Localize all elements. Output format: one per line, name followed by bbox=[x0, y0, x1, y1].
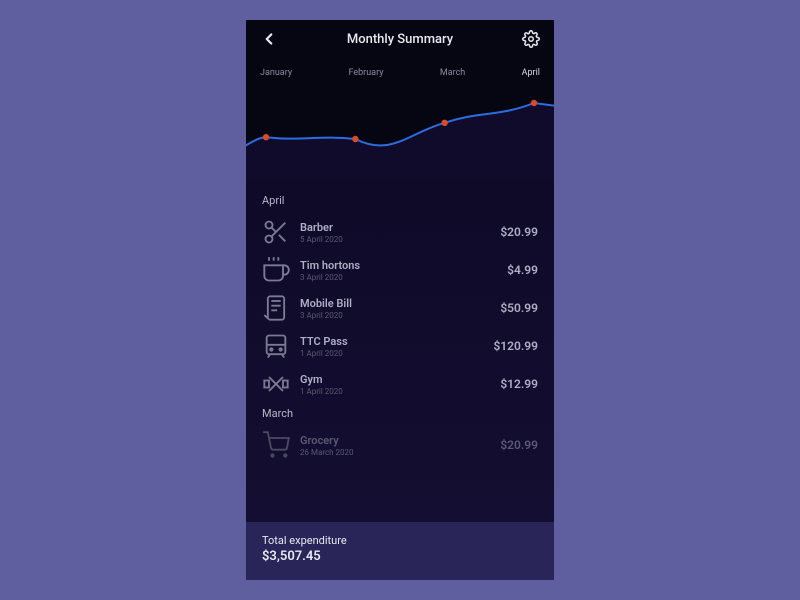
total-amount: $3,507.45 bbox=[262, 549, 538, 564]
transaction-amount: $12.99 bbox=[500, 377, 538, 391]
app-screen: Monthly Summary January February March A… bbox=[246, 20, 554, 580]
transaction-row[interactable]: TTC Pass1 April 2020$120.99 bbox=[262, 327, 538, 365]
transaction-name: Barber bbox=[300, 221, 500, 234]
transaction-row[interactable]: Barber5 April 2020$20.99 bbox=[262, 213, 538, 251]
transaction-row[interactable]: Grocery26 March 2020$20.99 bbox=[262, 426, 538, 464]
page-title: Monthly Summary bbox=[347, 32, 453, 47]
month-label[interactable]: March bbox=[440, 68, 465, 78]
transaction-meta: Gym1 April 2020 bbox=[300, 373, 500, 396]
transaction-row[interactable]: Mobile Bill3 April 2020$50.99 bbox=[262, 289, 538, 327]
total-footer: Total expenditure $3,507.45 bbox=[246, 522, 554, 580]
month-label-active[interactable]: April bbox=[522, 68, 540, 78]
transaction-name: TTC Pass bbox=[300, 335, 493, 348]
transaction-name: Tim hortons bbox=[300, 259, 507, 272]
transaction-date: 3 April 2020 bbox=[300, 273, 507, 282]
transaction-meta: Barber5 April 2020 bbox=[300, 221, 500, 244]
transaction-meta: Grocery26 March 2020 bbox=[300, 434, 500, 457]
transaction-meta: Mobile Bill3 April 2020 bbox=[300, 297, 500, 320]
transaction-date: 5 April 2020 bbox=[300, 235, 500, 244]
section-label: March bbox=[262, 407, 538, 420]
total-label: Total expenditure bbox=[262, 534, 538, 547]
transaction-date: 1 April 2020 bbox=[300, 349, 493, 358]
month-label[interactable]: February bbox=[348, 68, 383, 78]
spending-chart bbox=[246, 80, 554, 180]
transaction-date: 26 March 2020 bbox=[300, 448, 500, 457]
transaction-meta: Tim hortons3 April 2020 bbox=[300, 259, 507, 282]
transaction-meta: TTC Pass1 April 2020 bbox=[300, 335, 493, 358]
transaction-name: Grocery bbox=[300, 434, 500, 447]
transaction-amount: $50.99 bbox=[500, 301, 538, 315]
transaction-name: Gym bbox=[300, 373, 500, 386]
header: Monthly Summary bbox=[246, 20, 554, 54]
back-button[interactable] bbox=[260, 30, 278, 48]
month-axis: January February March April bbox=[246, 54, 554, 80]
transaction-date: 1 April 2020 bbox=[300, 387, 500, 396]
transaction-amount: $20.99 bbox=[500, 438, 538, 452]
transaction-date: 3 April 2020 bbox=[300, 311, 500, 320]
transaction-row[interactable]: Gym1 April 2020$12.99 bbox=[262, 365, 538, 403]
scissors-icon bbox=[262, 218, 290, 246]
coffee-icon bbox=[262, 256, 290, 284]
month-label[interactable]: January bbox=[260, 68, 292, 78]
transaction-name: Mobile Bill bbox=[300, 297, 500, 310]
transactions-list[interactable]: AprilBarber5 April 2020$20.99Tim hortons… bbox=[246, 180, 554, 522]
transaction-amount: $4.99 bbox=[507, 263, 538, 277]
transaction-amount: $120.99 bbox=[493, 339, 538, 353]
transit-icon bbox=[262, 332, 290, 360]
grocery-icon bbox=[262, 431, 290, 459]
phone-bill-icon bbox=[262, 294, 290, 322]
settings-button[interactable] bbox=[522, 30, 540, 48]
gym-icon bbox=[262, 370, 290, 398]
section-label: April bbox=[262, 194, 538, 207]
transaction-amount: $20.99 bbox=[500, 225, 538, 239]
transaction-row[interactable]: Tim hortons3 April 2020$4.99 bbox=[262, 251, 538, 289]
